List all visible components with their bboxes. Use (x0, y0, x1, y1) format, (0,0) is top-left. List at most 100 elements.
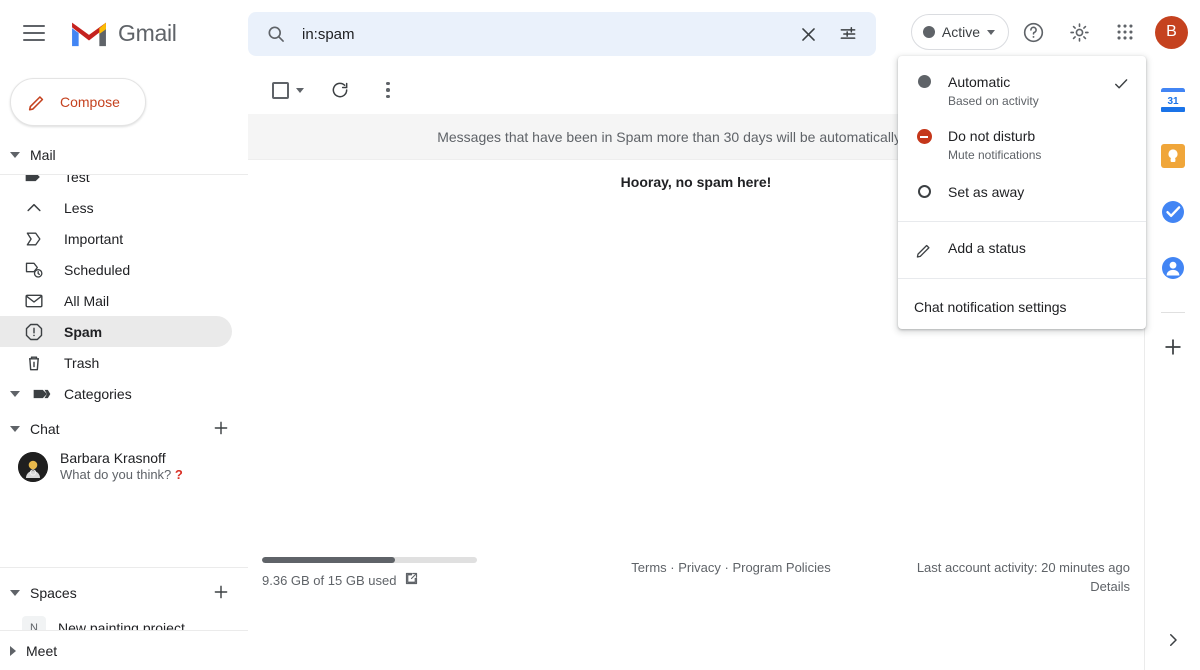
program-policies-link[interactable]: Program Policies (732, 560, 830, 575)
search-clear-icon[interactable] (788, 14, 828, 54)
sidebar-item-label: Important (64, 230, 124, 247)
storage-section: 9.36 GB of 15 GB used (262, 557, 562, 594)
label-icon (25, 175, 40, 181)
sidebar-item-spam[interactable]: Spam (0, 316, 232, 347)
filled-circle-icon (914, 75, 934, 88)
keep-icon[interactable] (1153, 136, 1193, 176)
status-pill-button[interactable]: Active (910, 14, 1009, 50)
external-link-icon[interactable] (404, 571, 419, 589)
storage-info: 9.36 GB of 15 GB used (262, 571, 562, 589)
menu-item-title: Do not disturb (948, 128, 1036, 144)
pencil-icon (28, 96, 44, 111)
privacy-link[interactable]: Privacy (678, 560, 721, 575)
search-options-icon[interactable] (828, 14, 868, 54)
gear-icon[interactable] (1057, 10, 1101, 54)
details-link[interactable]: Details (900, 579, 1130, 594)
terms-link[interactable]: Terms (631, 560, 666, 575)
spaces-section-header[interactable]: Spaces (0, 578, 248, 608)
sidebar-item-scheduled[interactable]: Scheduled (0, 254, 232, 285)
hamburger-icon[interactable] (10, 9, 58, 57)
menu-item-automatic[interactable]: Automatic Based on activity (898, 64, 1146, 118)
chevron-right-icon (10, 645, 16, 656)
menu-item-title: Automatic (948, 74, 1011, 90)
sidebar-item-test[interactable]: Test (0, 174, 232, 192)
scheduled-icon (25, 262, 43, 278)
apps-grid-icon[interactable] (1103, 10, 1147, 54)
meet-section-label: Meet (26, 642, 58, 659)
chevron-down-icon (987, 29, 995, 35)
add-app-button[interactable] (1153, 327, 1193, 367)
mail-footer: 9.36 GB of 15 GB used Terms · Privacy · … (248, 557, 1144, 594)
menu-item-set-as-away[interactable]: Set as away (898, 172, 1146, 215)
sidebar-item-label: Spam (64, 323, 103, 340)
menu-item-do-not-disturb[interactable]: Do not disturb Mute notifications (898, 118, 1146, 172)
footer-links: Terms · Privacy · Program Policies (562, 557, 900, 594)
menu-item-chat-notification-settings[interactable]: Chat notification settings (898, 285, 1146, 329)
sidebar-item-categories[interactable]: Categories (0, 378, 232, 406)
sidebar-item-less[interactable]: Less (0, 192, 232, 223)
help-icon[interactable] (1011, 10, 1055, 54)
sidebar-item-all-mail[interactable]: All Mail (0, 285, 232, 316)
last-activity-text: Last account activity: 20 minutes ago (916, 560, 1130, 575)
menu-item-title: Add a status (948, 240, 1026, 256)
do-not-disturb-icon (914, 129, 934, 144)
sidebar-item-label: Categories (64, 385, 132, 402)
sidebar-item-trash[interactable]: Trash (0, 347, 232, 378)
link-sep: · (720, 560, 733, 575)
sidebar-item-label: Test (64, 174, 90, 185)
sidebar-divider (0, 567, 248, 568)
sidebar-item-label: Less (64, 199, 94, 216)
status-pill-label: Active (941, 24, 980, 40)
menu-divider (898, 278, 1146, 279)
categories-icon (33, 389, 51, 398)
chat-section-header[interactable]: Chat (0, 414, 248, 444)
mail-section-label: Mail (30, 147, 56, 163)
account-activity: Last account activity: 20 minutes ago De… (900, 557, 1130, 594)
menu-item-add-status[interactable]: Add a status (898, 228, 1146, 272)
chevron-down-icon (10, 152, 20, 158)
menu-item-subtitle: Mute notifications (948, 148, 1042, 162)
link-sep: · (666, 560, 679, 575)
chevron-down-icon (10, 390, 20, 397)
chevron-up-icon (27, 203, 41, 211)
contacts-icon[interactable] (1153, 248, 1193, 288)
panel-divider (1160, 312, 1185, 313)
plus-icon[interactable] (212, 419, 230, 440)
side-app-panel: 31 (1144, 66, 1200, 670)
empty-state-text: Hooray, no spam here! (620, 174, 772, 190)
meet-section-header[interactable]: Meet (0, 630, 248, 670)
plus-icon[interactable] (212, 583, 230, 604)
compose-button[interactable]: Compose (10, 78, 146, 126)
envelope-icon (25, 294, 43, 307)
search-bar[interactable] (248, 12, 876, 56)
chevron-down-icon[interactable] (296, 87, 304, 93)
gmail-brand[interactable]: Gmail (68, 17, 177, 49)
compose-label: Compose (60, 94, 120, 110)
svg-text:31: 31 (1167, 96, 1179, 107)
chat-contact-name: Barbara Krasnoff (60, 450, 166, 466)
search-input[interactable] (296, 25, 788, 43)
mail-folder-list[interactable]: Test Less Important Scheduled All Mail S… (0, 174, 248, 406)
chevron-down-icon (10, 590, 20, 596)
chat-contact-item[interactable]: Barbara Krasnoff What do you think? ? (0, 450, 248, 483)
avatar (18, 451, 48, 482)
chat-section-label: Chat (30, 421, 60, 437)
chevron-down-icon (10, 426, 20, 432)
select-all-checkbox[interactable] (260, 70, 300, 110)
refresh-icon[interactable] (320, 70, 360, 110)
check-icon (1112, 75, 1130, 98)
chevron-right-icon[interactable] (1153, 620, 1193, 660)
sidebar-item-label: All Mail (64, 292, 110, 309)
menu-item-title: Set as away (948, 184, 1025, 200)
sidebar-item-important[interactable]: Important (0, 223, 232, 254)
mail-section-header[interactable]: Mail (0, 140, 248, 170)
brand-label: Gmail (118, 19, 177, 46)
avatar[interactable]: B (1155, 15, 1188, 49)
search-icon[interactable] (256, 14, 296, 54)
spaces-section-label: Spaces (30, 585, 77, 601)
more-vert-icon[interactable] (368, 70, 408, 110)
empty-circle-icon (914, 185, 934, 198)
tasks-icon[interactable] (1153, 192, 1193, 232)
chat-contact-message: What do you think? ? (60, 467, 183, 483)
calendar-icon[interactable]: 31 (1153, 80, 1193, 120)
